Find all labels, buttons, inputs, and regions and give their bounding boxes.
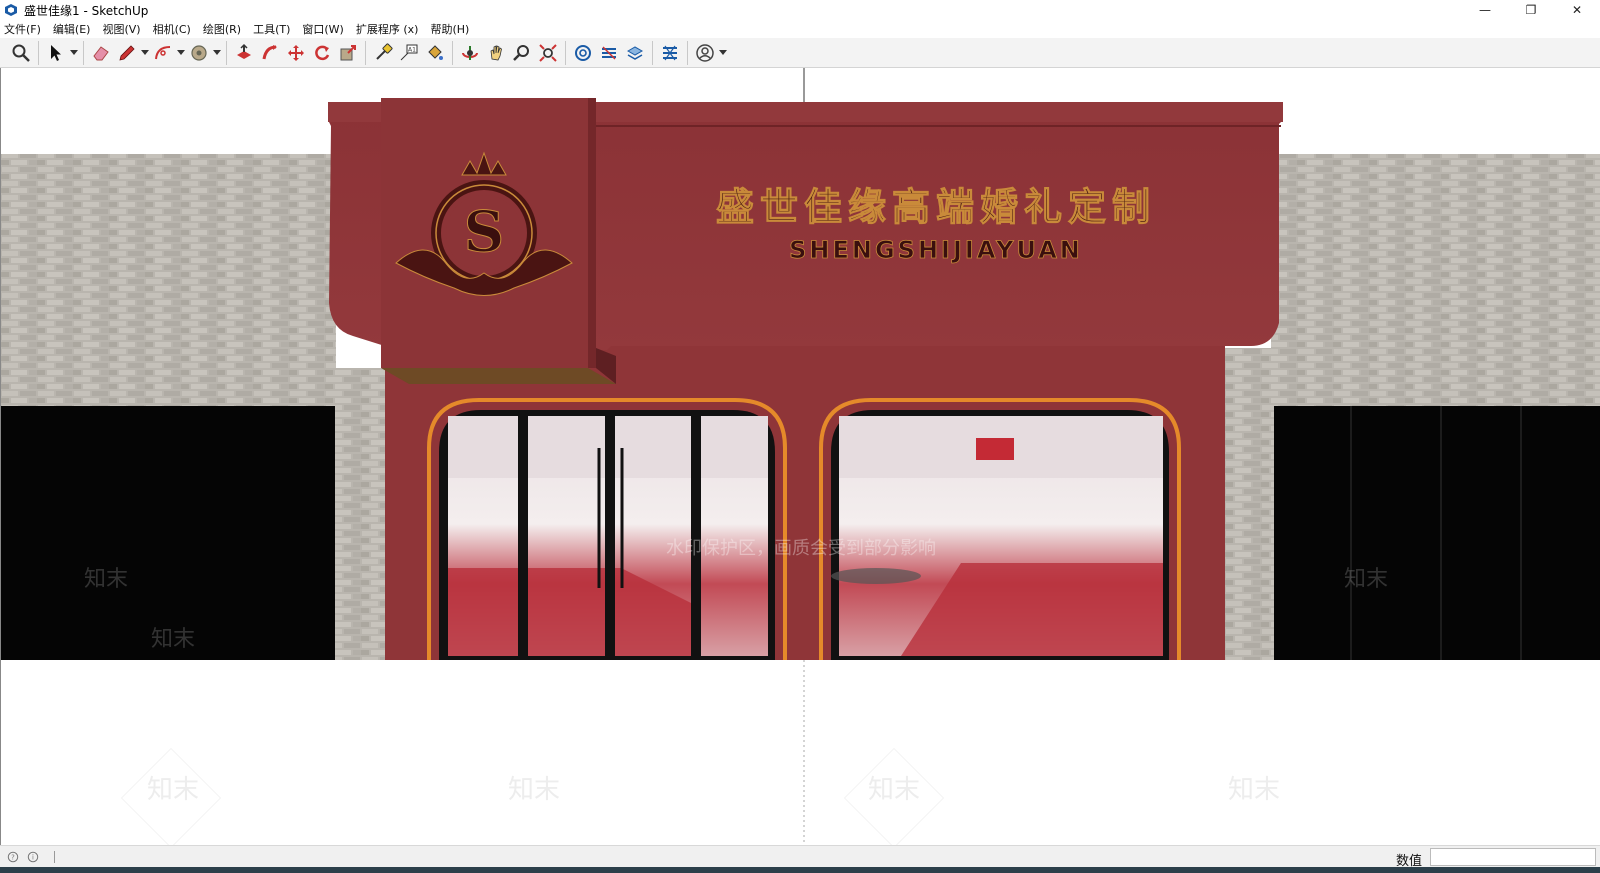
geo-location-icon[interactable]: ? [6,850,20,864]
shape-icon[interactable] [186,40,212,66]
menu-file[interactable]: 文件(F) [4,21,41,37]
arc-icon[interactable] [150,40,176,66]
text-icon[interactable]: A1 [396,40,422,66]
watermark-brand: 知末 [84,567,128,592]
tape-measure-icon[interactable] [370,40,396,66]
layout-icon[interactable] [622,40,648,66]
extension-warehouse-icon[interactable] [596,40,622,66]
chevron-down-icon[interactable] [69,40,79,66]
toolbar-separator [83,40,84,65]
toolbar-separator [38,40,39,65]
pan-icon[interactable] [483,40,509,66]
sketchup-logo-icon [5,4,17,16]
zoom-tool-icon[interactable] [509,40,535,66]
watermark-brand: 知末 [1344,567,1388,592]
select-icon[interactable] [43,40,69,66]
arch-window-right [819,398,1181,660]
model-viewport[interactable]: S 盛世佳缘高端婚礼定制 SHENGSHIJIAYUAN 水印保护区，画质会受到… [0,68,1600,845]
toolbar-separator [565,40,566,65]
logo-letter: S [464,199,504,265]
menu-edit[interactable]: 编辑(E) [53,21,91,37]
taskbar-strip [0,867,1600,873]
svg-text:A1: A1 [408,46,416,53]
toolbar-separator [687,40,688,65]
watermark-brand: 知末 [151,627,195,652]
watermark-brand: 知末 [147,775,199,805]
eraser-icon[interactable] [88,40,114,66]
brick-pier-left [331,368,386,660]
menu-camera[interactable]: 相机(C) [153,21,191,37]
toolbar-separator [452,40,453,65]
svg-text:i: i [32,853,34,861]
extension-manager-icon[interactable] [657,40,683,66]
svg-text:?: ? [11,853,15,861]
info-icon[interactable]: i [26,850,40,864]
toolbar-separator [365,40,366,65]
menu-extensions[interactable]: 扩展程序 (x) [356,21,419,37]
zoom-icon[interactable] [8,40,34,66]
warehouse-icon[interactable] [570,40,596,66]
menu-window[interactable]: 窗口(W) [302,21,343,37]
status-bar: ? i 数值 [0,845,1600,869]
chevron-down-icon[interactable] [140,40,150,66]
chevron-down-icon[interactable] [212,40,222,66]
paint-bucket-icon[interactable] [422,40,448,66]
close-button[interactable]: ✕ [1554,0,1600,20]
watermark-brand: 知末 [868,775,920,805]
toolbar-separator [226,40,227,65]
menu-draw[interactable]: 绘图(R) [203,21,241,37]
pencil-icon[interactable] [114,40,140,66]
watermark-main: 水印保护区，画质会受到部分影响 [666,538,936,559]
restore-button[interactable]: ❐ [1508,0,1554,20]
menu-view[interactable]: 视图(V) [102,21,140,37]
scale-icon[interactable] [335,40,361,66]
status-separator [54,850,55,863]
dark-opening-left [1,406,335,660]
rotate-icon[interactable] [309,40,335,66]
measurements-input[interactable] [1430,848,1596,866]
chevron-down-icon[interactable] [176,40,186,66]
sign-english: SHENGSHIJIAYUAN [789,236,1083,264]
title-bar: 盛世佳缘1 - SketchUp — ❐ ✕ [0,0,1600,20]
orbit-icon[interactable] [457,40,483,66]
storefront-model: S 盛世佳缘高端婚礼定制 SHENGSHIJIAYUAN 水印保护区，画质会受到… [1,68,1600,845]
push-pull-icon[interactable] [231,40,257,66]
minimize-button[interactable]: — [1462,0,1508,20]
brick-pier-right [1223,348,1278,660]
watermark-brand: 知末 [1228,775,1280,805]
window-controls: — ❐ ✕ [1462,0,1600,20]
move-icon[interactable] [283,40,309,66]
sign-chinese: 盛世佳缘高端婚礼定制 [716,185,1156,229]
zoom-extents-icon[interactable] [535,40,561,66]
menu-help[interactable]: 帮助(H) [430,21,469,37]
watermark-brand: 知末 [508,775,560,805]
dark-opening-right [1274,406,1600,660]
account-icon[interactable] [692,40,718,66]
arch-window-left [427,398,787,660]
chevron-down-icon[interactable] [718,40,728,66]
follow-me-icon[interactable] [257,40,283,66]
menu-tools[interactable]: 工具(T) [253,21,290,37]
menu-bar: 文件(F) 编辑(E) 视图(V) 相机(C) 绘图(R) 工具(T) 窗口(W… [0,20,1600,38]
window-title: 盛世佳缘1 - SketchUp [24,3,149,18]
main-toolbar: A1 [0,38,1600,68]
toolbar-separator [652,40,653,65]
